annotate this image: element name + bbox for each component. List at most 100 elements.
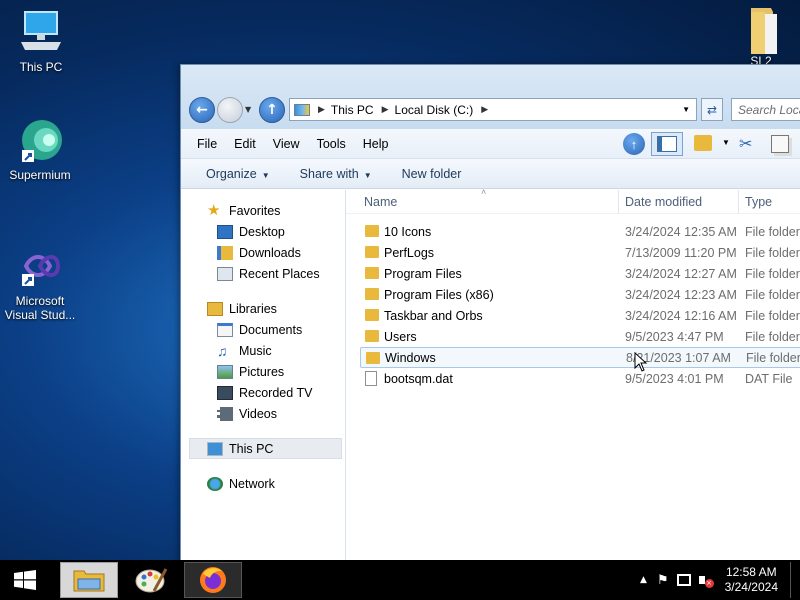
- network-status-icon[interactable]: [676, 574, 691, 586]
- desktop-icon-this-pc[interactable]: This PC: [2, 10, 80, 74]
- up-folder-button[interactable]: ↑: [623, 133, 645, 155]
- folder-row[interactable]: PerfLogs 7/13/2009 11:20 PM File folder: [360, 242, 800, 263]
- nav-libraries[interactable]: Libraries: [181, 298, 345, 319]
- up-button[interactable]: ↑: [259, 97, 285, 123]
- organize-button[interactable]: Organize ▼: [206, 167, 270, 181]
- system-tray: ▲ ⚑ × 12:58 AM 3/24/2024: [640, 560, 800, 600]
- refresh-icon: ⇄: [706, 102, 718, 117]
- show-desktop-button[interactable]: [790, 562, 798, 598]
- folder-row[interactable]: Users 9/5/2023 4:47 PM File folder: [360, 326, 800, 347]
- nav-recorded-tv[interactable]: Recorded TV: [181, 382, 345, 403]
- clock-date: 3/24/2024: [724, 580, 778, 594]
- nav-network[interactable]: Network: [181, 473, 345, 494]
- nav-this-pc[interactable]: This PC: [189, 438, 342, 459]
- music-icon: ♫: [217, 342, 228, 359]
- desktop-icon-supermium[interactable]: Supermium: [1, 118, 79, 182]
- menu-view[interactable]: View: [273, 137, 300, 151]
- volume-muted-icon[interactable]: ×: [698, 573, 714, 588]
- explorer-window[interactable]: ← ▼ ↑ ▶ This PC ▶ Local Disk (C:) ▶ ▼ ⇄ …: [180, 64, 800, 564]
- preview-pane-button[interactable]: [651, 132, 683, 156]
- recorded-tv-icon: [217, 385, 233, 400]
- file-row[interactable]: bootsqm.dat 9/5/2023 4:01 PM DAT File: [360, 368, 800, 389]
- documents-icon: [217, 322, 233, 337]
- nav-downloads[interactable]: Downloads: [181, 242, 345, 263]
- file-list[interactable]: ˄ Name Date modified Type 10 Icons 3/24/2…: [346, 187, 800, 563]
- folder-icon: [737, 4, 785, 54]
- file-name: PerfLogs: [384, 245, 435, 260]
- breadcrumb-this-pc[interactable]: This PC: [331, 103, 374, 117]
- nav-label: Videos: [239, 406, 277, 421]
- tray-overflow-icon[interactable]: ▲: [640, 575, 647, 585]
- firefox-icon: [200, 567, 226, 593]
- nav-pictures[interactable]: Pictures: [181, 361, 345, 382]
- videos-icon: [217, 406, 233, 421]
- menu-help[interactable]: Help: [363, 137, 389, 151]
- clock[interactable]: 12:58 AM 3/24/2024: [725, 565, 778, 595]
- nav-label: Libraries: [229, 301, 277, 316]
- this-pc-group: This PC: [181, 438, 345, 459]
- file-name: Users: [384, 329, 417, 344]
- nav-documents[interactable]: Documents: [181, 319, 345, 340]
- folder-icon: [365, 330, 379, 342]
- taskbar-file-explorer[interactable]: [60, 562, 118, 598]
- copy-button[interactable]: [771, 135, 789, 153]
- address-dropdown-icon[interactable]: ▼: [682, 105, 690, 114]
- back-button[interactable]: ←: [189, 97, 215, 123]
- menu-file[interactable]: File: [197, 137, 217, 151]
- menu-edit[interactable]: Edit: [234, 137, 256, 151]
- column-type[interactable]: Type: [745, 195, 772, 209]
- downloads-icon: [217, 245, 233, 260]
- menu-tools[interactable]: Tools: [317, 137, 346, 151]
- taskbar-firefox[interactable]: [184, 562, 242, 598]
- folder-row[interactable]: Program Files 3/24/2024 12:27 AM File fold…: [360, 263, 800, 284]
- folder-row[interactable]: Taskbar and Orbs 3/24/2024 12:16 AM File f…: [360, 305, 800, 326]
- libraries-icon: [207, 301, 223, 316]
- folder-row[interactable]: Windows 8/21/2023 1:07 AM File folder: [360, 347, 800, 368]
- desktop-icon: [217, 224, 233, 239]
- visual-studio-icon: [16, 244, 64, 292]
- folder-icon: [365, 309, 379, 321]
- column-name[interactable]: Name: [364, 195, 397, 209]
- search-input[interactable]: Search Local Disk (C:): [731, 98, 800, 121]
- address-bar[interactable]: ▶ This PC ▶ Local Disk (C:) ▶ ▼: [289, 98, 697, 121]
- start-button[interactable]: [14, 570, 36, 590]
- network-icon: [207, 476, 223, 491]
- folder-row[interactable]: Program Files (x86) 3/24/2024 12:23 AM Fil…: [360, 284, 800, 305]
- nav-desktop[interactable]: Desktop: [181, 221, 345, 242]
- share-with-button[interactable]: Share with ▼: [300, 167, 372, 181]
- taskbar-paint[interactable]: [122, 562, 180, 598]
- desktop-icon-visual-studio[interactable]: Microsoft Visual Stud...: [1, 244, 79, 322]
- folder-options-button[interactable]: [694, 135, 712, 151]
- nav-label: This PC: [229, 441, 274, 456]
- recent-pages-dropdown[interactable]: ▼: [245, 105, 251, 114]
- explorer-body: ★ Favorites Desktop Downloads Recent Pla…: [181, 187, 800, 563]
- folder-options-dropdown[interactable]: ▼: [722, 138, 730, 147]
- refresh-button[interactable]: ⇄: [701, 98, 723, 121]
- new-folder-button[interactable]: New folder: [402, 167, 462, 181]
- flag-icon[interactable]: ⚑: [657, 573, 669, 588]
- file-type: DAT File: [745, 371, 793, 386]
- pane-icon: [657, 136, 677, 152]
- nav-music[interactable]: ♫ Music: [181, 340, 345, 361]
- folder-icon: [365, 246, 379, 258]
- breadcrumb-local-disk[interactable]: Local Disk (C:): [395, 103, 474, 117]
- folder-icon: [365, 288, 379, 300]
- folder-icon: [365, 267, 379, 279]
- mouse-cursor: [634, 351, 648, 375]
- navigation-pane[interactable]: ★ Favorites Desktop Downloads Recent Pla…: [181, 190, 346, 563]
- nav-recent-places[interactable]: Recent Places: [181, 263, 345, 284]
- recent-places-icon: [217, 266, 233, 281]
- computer-icon: [17, 10, 65, 58]
- forward-button[interactable]: [217, 97, 243, 123]
- folder-icon: [365, 225, 379, 237]
- folder-row[interactable]: 10 Icons 3/24/2024 12:35 AM File folder: [360, 221, 800, 242]
- folder-icon: [73, 570, 105, 592]
- cut-button[interactable]: ✂: [739, 134, 752, 154]
- nav-videos[interactable]: Videos: [181, 403, 345, 424]
- desktop-icon-sl2[interactable]: SL2: [722, 4, 800, 68]
- palette-icon: [135, 568, 168, 593]
- pictures-icon: [217, 364, 233, 379]
- nav-favorites[interactable]: ★ Favorites: [181, 200, 345, 221]
- column-date-modified[interactable]: Date modified: [625, 195, 702, 209]
- file-icon: [365, 371, 377, 386]
